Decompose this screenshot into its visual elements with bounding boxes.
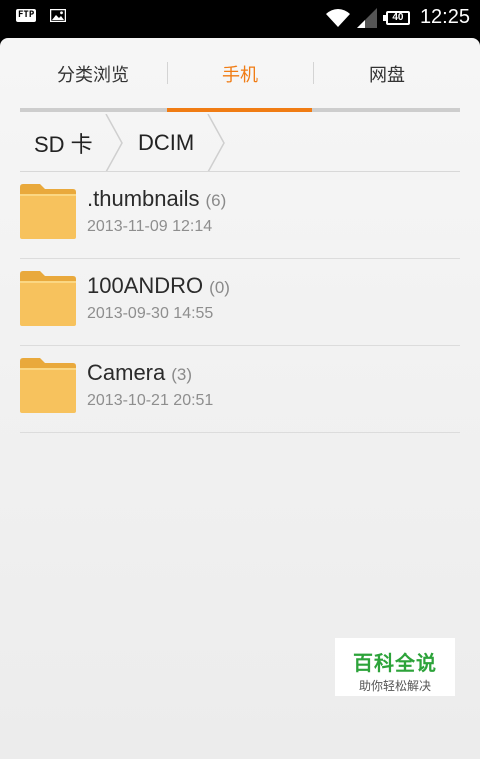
item-count: (6) <box>205 191 227 210</box>
item-count: (3) <box>171 365 193 384</box>
list-item[interactable]: Camera (3) 2013-10-21 20:51 <box>20 346 460 433</box>
folder-icon <box>20 358 76 413</box>
item-count: (0) <box>209 278 230 297</box>
status-bar: FTP 40 12:25 <box>0 0 480 38</box>
breadcrumb-sd-card[interactable]: SD 卡 <box>34 114 93 172</box>
file-name: .thumbnails <box>87 186 200 211</box>
chevron-right-icon <box>105 114 123 172</box>
ftp-icon: FTP <box>16 9 37 22</box>
file-list: .thumbnails (6) 2013-11-09 12:14 100ANDRO… <box>20 172 460 433</box>
file-name-row: .thumbnails (6) <box>87 186 226 212</box>
signal-icon <box>356 7 377 28</box>
file-date: 2013-10-21 20:51 <box>87 392 214 409</box>
watermark-title: 百科全说 <box>353 651 437 675</box>
tab-active-indicator <box>167 108 312 112</box>
folder-icon <box>20 184 76 239</box>
file-name-row: Camera (3) <box>87 360 192 386</box>
file-name: Camera <box>87 360 166 385</box>
list-item[interactable]: .thumbnails (6) 2013-11-09 12:14 <box>20 172 460 259</box>
clock: 12:25 <box>419 6 470 28</box>
file-date: 2013-09-30 14:55 <box>87 305 214 322</box>
breadcrumb: SD 卡 DCIM <box>20 114 460 172</box>
wifi-icon <box>325 8 350 27</box>
battery-icon: 40 <box>382 10 410 25</box>
file-name-row: 100ANDRO (0) <box>87 273 230 299</box>
watermark-subtitle: 助你轻松解决 <box>358 679 431 693</box>
battery-level: 40 <box>385 10 410 25</box>
folder-icon <box>20 271 76 326</box>
tab-cloud-disk[interactable]: 网盘 <box>314 38 460 110</box>
image-icon <box>50 9 67 22</box>
tab-category-browse[interactable]: 分类浏览 <box>20 38 166 110</box>
file-name: 100ANDRO <box>87 273 204 298</box>
file-date: 2013-11-09 12:14 <box>87 218 213 235</box>
watermark-logo: 百科全说 助你轻松解决 <box>335 638 455 696</box>
chevron-right-icon <box>207 114 225 172</box>
tab-bar: 分类浏览 手机 网盘 <box>20 38 460 114</box>
breadcrumb-dcim[interactable]: DCIM <box>138 114 194 172</box>
tab-phone[interactable]: 手机 <box>167 38 313 110</box>
list-item[interactable]: 100ANDRO (0) 2013-09-30 14:55 <box>20 259 460 346</box>
